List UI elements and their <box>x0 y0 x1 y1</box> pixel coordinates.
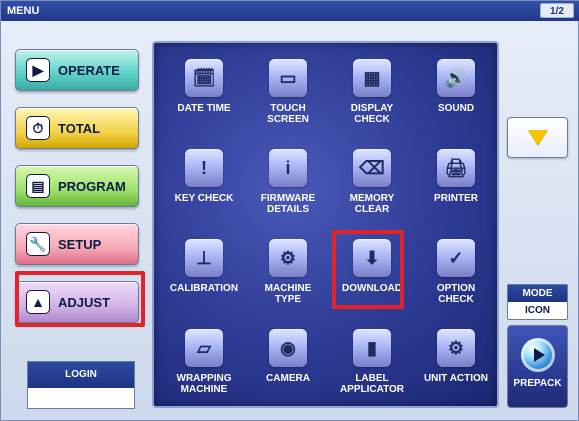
calendar-clock-icon: 🗓 <box>185 59 223 97</box>
tile-sound[interactable]: 🔊 SOUND <box>414 49 497 139</box>
mode-value: ICON <box>525 305 550 316</box>
info-icon: i <box>269 149 307 187</box>
tile-firmware-details[interactable]: i FIRMWARE DETAILS <box>246 139 330 229</box>
adjust-menu-panel: 🗓 DATE TIME ▭ TOUCH SCREEN ▦ DISPLAY CHE… <box>152 41 499 408</box>
tile-label: MACHINE TYPE <box>264 283 312 305</box>
unit-action-icon: ⚙ <box>437 329 475 367</box>
tile-printer[interactable]: 🖨 PRINTER <box>414 139 497 229</box>
tile-label: OPTION CHECK <box>436 283 476 305</box>
tile-memory-clear[interactable]: ⌫ MEMORY CLEAR <box>330 139 414 229</box>
tile-camera[interactable]: ◉ CAMERA <box>246 319 330 406</box>
page-indicator: 1/2 <box>540 3 574 18</box>
triangle-down-icon <box>527 129 548 146</box>
key-check-icon: ! <box>185 149 223 187</box>
program-label: PROGRAM <box>58 178 126 194</box>
tile-label: DISPLAY CHECK <box>350 103 394 125</box>
setup-label: SETUP <box>58 236 102 252</box>
prepack-label: PREPACK <box>513 378 562 389</box>
play-circle-icon <box>520 338 555 372</box>
tile-label: PRINTER <box>434 193 478 204</box>
top-bar: MENU 1/2 <box>1 1 579 21</box>
login-label: LOGIN <box>28 362 134 388</box>
play-circle-icon: ▶ <box>26 58 50 82</box>
tile-machine-type[interactable]: ⚙ MACHINE TYPE <box>246 229 330 319</box>
right-panel: MODE ICON PREPACK <box>507 41 568 408</box>
tile-label: CALIBRATION <box>169 283 239 294</box>
prepack-button[interactable]: PREPACK <box>507 325 568 408</box>
tile-label-applicator[interactable]: ▮ LABEL APPLICATOR <box>330 319 414 406</box>
mode-label: MODE <box>508 285 567 302</box>
tile-key-check[interactable]: ! KEY CHECK <box>162 139 246 229</box>
login-box[interactable]: LOGIN <box>27 361 135 409</box>
tile-label: FIRMWARE DETAILS <box>260 193 316 215</box>
tile-label: WRAPPING MACHINE <box>176 373 232 395</box>
tile-label: LABEL APPLICATOR <box>339 373 405 395</box>
download-highlight-box <box>332 230 404 309</box>
window-title: MENU <box>7 5 40 17</box>
wrench-icon: 🔧 <box>26 232 50 256</box>
camera-icon: ◉ <box>269 329 307 367</box>
total-label: TOTAL <box>58 120 101 136</box>
scroll-down-button[interactable] <box>507 117 568 158</box>
option-check-icon: ✓ <box>437 239 475 277</box>
tile-touch-screen[interactable]: ▭ TOUCH SCREEN <box>246 49 330 139</box>
speaker-icon: 🔊 <box>437 59 475 97</box>
touch-screen-icon: ▭ <box>269 59 307 97</box>
tile-calibration[interactable]: ⊥ CALIBRATION <box>162 229 246 319</box>
tile-label: UNIT ACTION <box>423 373 489 384</box>
tile-date-time[interactable]: 🗓 DATE TIME <box>162 49 246 139</box>
total-button[interactable]: ⏱ TOTAL <box>15 107 139 149</box>
book-icon: ▤ <box>26 174 50 198</box>
clock-icon: ⏱ <box>26 116 50 140</box>
setup-button[interactable]: 🔧 SETUP <box>15 223 139 265</box>
memory-clear-icon: ⌫ <box>353 149 391 187</box>
tile-label: KEY CHECK <box>174 193 234 204</box>
program-button[interactable]: ▤ PROGRAM <box>15 165 139 207</box>
tile-option-check[interactable]: ✓ OPTION CHECK <box>414 229 497 319</box>
app-frame: MENU 1/2 ▶ OPERATE ⏱ TOTAL ▤ PROGRAM 🔧 S… <box>0 0 579 421</box>
tile-label: SOUND <box>437 103 475 114</box>
tile-label: DATE TIME <box>177 103 231 114</box>
operate-button[interactable]: ▶ OPERATE <box>15 49 139 91</box>
printer-icon: 🖨 <box>437 149 475 187</box>
tile-label: MEMORY CLEAR <box>349 193 395 215</box>
tile-label: CAMERA <box>266 373 310 384</box>
display-check-icon: ▦ <box>353 59 391 97</box>
calibration-icon: ⊥ <box>185 239 223 277</box>
label-applicator-icon: ▮ <box>353 329 391 367</box>
tile-label: TOUCH SCREEN <box>267 103 309 125</box>
tile-display-check[interactable]: ▦ DISPLAY CHECK <box>330 49 414 139</box>
operate-label: OPERATE <box>58 62 120 78</box>
wrapping-machine-icon: ▱ <box>185 329 223 367</box>
adjust-highlight-box <box>15 271 145 327</box>
gears-icon: ⚙ <box>269 239 307 277</box>
tile-unit-action[interactable]: ⚙ UNIT ACTION <box>414 319 497 406</box>
tile-wrapping-machine[interactable]: ▱ WRAPPING MACHINE <box>162 319 246 406</box>
mode-indicator[interactable]: MODE ICON <box>507 284 568 320</box>
